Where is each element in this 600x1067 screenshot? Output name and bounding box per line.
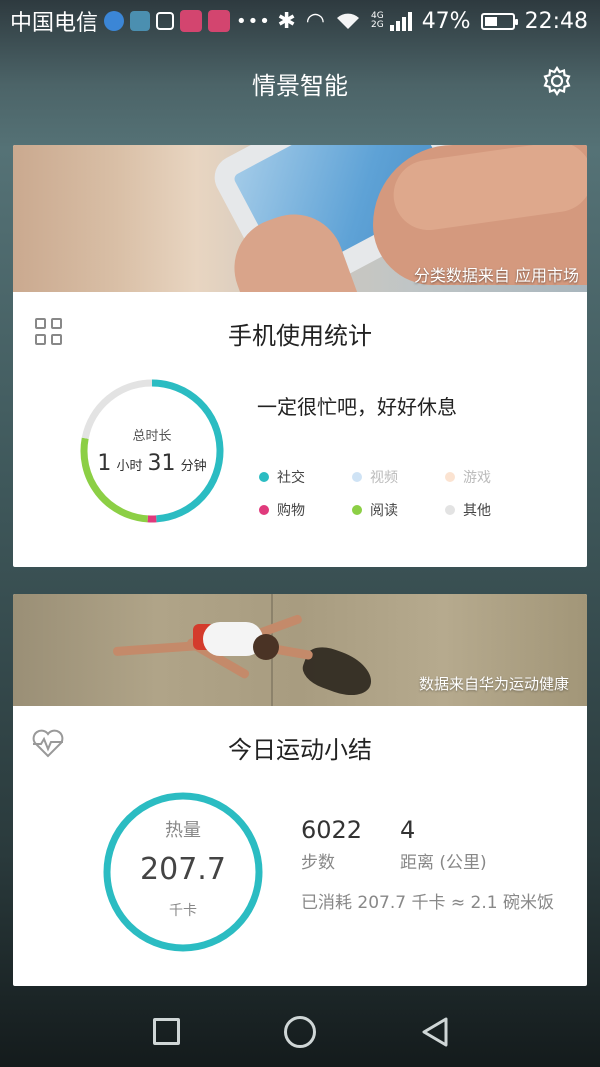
banner-caption: 分类数据来自 应用市场 xyxy=(413,266,579,285)
legend-label: 视频 xyxy=(370,470,398,486)
triangle-back-icon[interactable] xyxy=(420,1016,450,1048)
legend-label: 购物 xyxy=(277,503,305,519)
banner-caption: 数据来自华为运动健康 xyxy=(418,675,569,693)
distance-stat: 4 距离 (公里) xyxy=(400,816,487,873)
legend-label: 阅读 xyxy=(370,503,398,519)
legend-dot xyxy=(445,505,455,515)
navigation-bar xyxy=(0,998,600,1067)
usage-message: 一定很忙吧，好好休息 xyxy=(257,395,457,419)
status-bar: 中国电信 ••• ✱ ◠ 4G 2G 47% 22:48 xyxy=(0,0,600,42)
calorie-label: 热量 xyxy=(165,820,201,841)
title-bar: 情景智能 xyxy=(0,48,600,114)
calorie-value: 207.7 xyxy=(140,852,226,887)
steps-value: 6022 xyxy=(301,816,363,844)
calorie-unit: 千卡 xyxy=(169,903,197,919)
minutes-unit: 分钟 xyxy=(180,459,207,474)
category-legend: 社交 视频 游戏 购物 阅读 其他 xyxy=(259,467,579,520)
image-icon xyxy=(156,12,175,30)
legend-item-shopping: 购物 xyxy=(259,500,352,520)
phone-usage-card[interactable]: 分类数据来自 应用市场 手机使用统计 总时长 1 小时 31 分钟 一定很忙吧，… xyxy=(13,145,587,567)
legend-item-reading: 阅读 xyxy=(352,500,445,520)
square-icon[interactable] xyxy=(153,1018,180,1045)
total-duration-value: 1 小时 31 分钟 xyxy=(77,451,227,476)
bluetooth-icon: ✱ xyxy=(277,8,296,34)
steps-label: 步数 xyxy=(301,853,335,873)
battery-icon xyxy=(480,12,518,30)
network-bottom-label: 2G xyxy=(370,20,384,30)
notification-app-icon xyxy=(104,11,125,31)
legend-item-video: 视频 xyxy=(352,467,445,487)
steps-stat: 6022 步数 xyxy=(301,816,362,873)
wifi-icon xyxy=(336,13,359,29)
minutes-value: 31 xyxy=(147,451,176,476)
legend-item-other: 其他 xyxy=(445,500,538,520)
notification-app-icon xyxy=(208,10,231,32)
calorie-consumed-text: 已消耗 207.7 千卡 ≈ 2.1 碗米饭 xyxy=(301,893,554,913)
legend-item-social: 社交 xyxy=(259,467,352,487)
more-notifications-icon: ••• xyxy=(236,10,271,32)
legend-label: 游戏 xyxy=(463,470,491,486)
legend-dot xyxy=(352,505,362,515)
clock: 22:48 xyxy=(524,8,588,34)
legend-item-game: 游戏 xyxy=(445,467,538,487)
legend-dot xyxy=(445,472,455,482)
distance-label: 距离 (公里) xyxy=(400,853,487,873)
hours-value: 1 xyxy=(97,451,112,476)
card-title: 今日运动小结 xyxy=(228,736,372,764)
gear-icon[interactable] xyxy=(542,66,572,96)
total-duration-label: 总时长 xyxy=(132,429,172,444)
carrier-label: 中国电信 xyxy=(10,11,99,36)
headphones-icon: ◠ xyxy=(305,8,325,34)
sport-summary-card[interactable]: 数据来自华为运动健康 今日运动小结 热量 207.7 千卡 6022 步数 4 … xyxy=(13,594,587,986)
card-header: 手机使用统计 xyxy=(13,292,587,372)
sport-banner-image: 数据来自华为运动健康 xyxy=(13,594,587,706)
legend-dot xyxy=(259,472,269,482)
distance-value: 4 xyxy=(400,816,416,844)
signal-icon xyxy=(389,11,412,31)
legend-label: 其他 xyxy=(463,503,491,519)
notification-app-icon xyxy=(180,10,203,32)
network-type: 4G 2G xyxy=(371,12,384,30)
card-header: 今日运动小结 xyxy=(13,706,587,786)
legend-dot xyxy=(352,472,362,482)
circle-icon[interactable] xyxy=(284,1016,316,1048)
battery-percent: 47% xyxy=(421,8,471,34)
page-title: 情景智能 xyxy=(252,72,348,100)
hours-unit: 小时 xyxy=(116,459,143,474)
phone-usage-banner-image: 分类数据来自 应用市场 xyxy=(13,145,587,292)
card-title: 手机使用统计 xyxy=(228,322,372,350)
legend-label: 社交 xyxy=(277,470,305,486)
notification-app-icon xyxy=(130,11,151,31)
legend-dot xyxy=(259,505,269,515)
